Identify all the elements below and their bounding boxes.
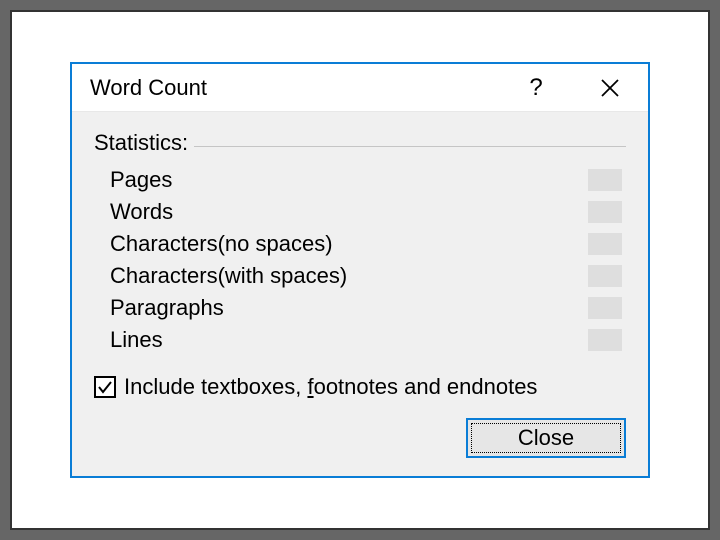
close-icon[interactable]	[590, 78, 630, 98]
stat-row-words: Words	[110, 196, 622, 228]
statistics-header: Statistics:	[94, 130, 626, 156]
word-count-dialog: Word Count ? Statistics: Pages	[70, 62, 650, 478]
stat-label: Characters(no spaces)	[110, 231, 333, 257]
titlebar-buttons: ?	[516, 74, 630, 102]
include-checkbox-label[interactable]: Include textboxes, footnotes and endnote…	[124, 374, 537, 400]
outer-frame: Word Count ? Statistics: Pages	[10, 10, 710, 530]
titlebar: Word Count ?	[72, 64, 648, 112]
stat-row-pages: Pages	[110, 164, 622, 196]
help-button[interactable]: ?	[516, 74, 556, 102]
stat-value	[588, 265, 622, 287]
include-checkbox-row: Include textboxes, footnotes and endnote…	[94, 374, 626, 400]
close-button[interactable]: Close	[466, 418, 626, 458]
stat-row-characters-with-spaces: Characters(with spaces)	[110, 260, 622, 292]
stat-label: Lines	[110, 327, 163, 353]
stat-label: Pages	[110, 167, 172, 193]
stat-row-paragraphs: Paragraphs	[110, 292, 622, 324]
button-row: Close	[94, 418, 626, 458]
stat-label: Words	[110, 199, 173, 225]
stat-row-lines: Lines	[110, 324, 622, 356]
stat-value	[588, 297, 622, 319]
stat-value	[588, 233, 622, 255]
statistics-label: Statistics:	[94, 130, 188, 156]
include-checkbox[interactable]	[94, 376, 116, 398]
stat-label: Characters(with spaces)	[110, 263, 347, 289]
stat-value	[588, 169, 622, 191]
stat-row-characters-no-spaces: Characters(no spaces)	[110, 228, 622, 260]
dialog-title: Word Count	[90, 75, 516, 101]
stat-value	[588, 329, 622, 351]
stat-label: Paragraphs	[110, 295, 224, 321]
dialog-body: Statistics: Pages Words Characters(no sp…	[72, 112, 648, 476]
divider	[194, 146, 626, 147]
statistics-list: Pages Words Characters(no spaces) Charac…	[94, 164, 626, 356]
stat-value	[588, 201, 622, 223]
